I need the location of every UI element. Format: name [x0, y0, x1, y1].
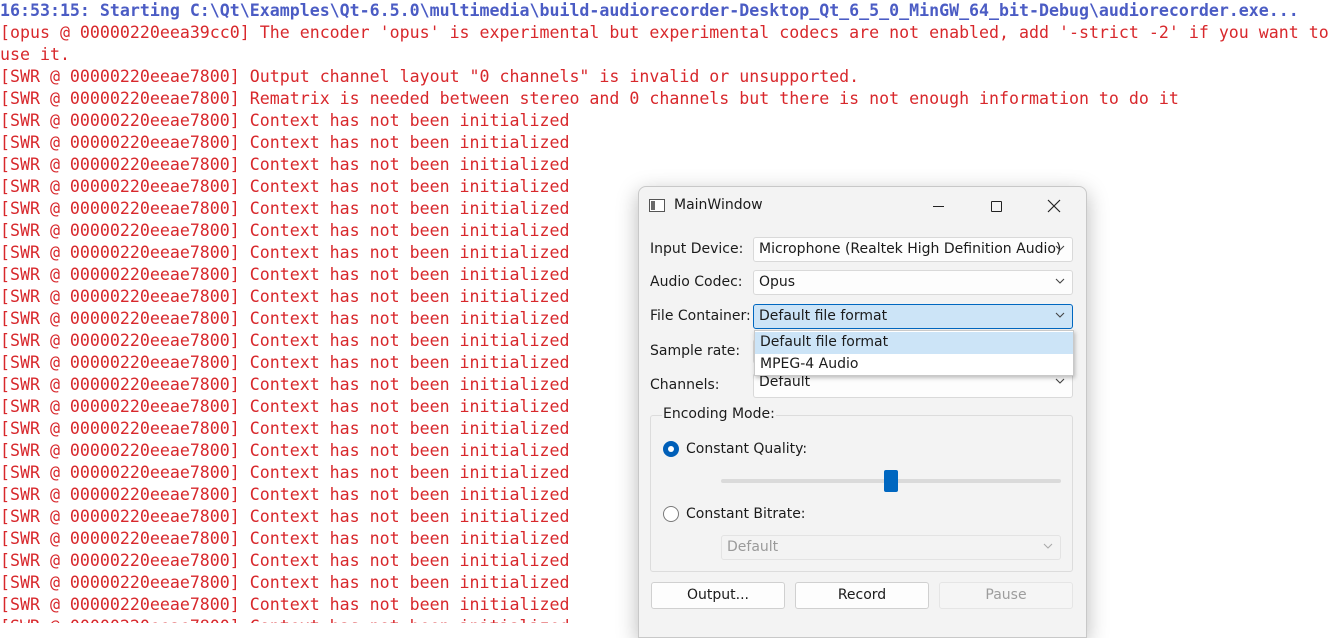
channels-combo[interactable]: Default	[753, 373, 1073, 398]
maximize-button[interactable]	[973, 187, 1019, 225]
sample-rate-label: Sample rate:	[650, 343, 741, 359]
window-title: MainWindow	[674, 197, 763, 213]
minimize-button[interactable]	[915, 187, 961, 225]
audio-codec-label: Audio Codec:	[650, 274, 743, 290]
constant-bitrate-radio[interactable]	[663, 506, 679, 522]
bitrate-value: Default	[727, 539, 779, 555]
file-container-label: File Container:	[650, 308, 751, 324]
console-error-line: [SWR @ 00000220eeae7800] Context has not…	[0, 133, 570, 152]
maximize-icon	[990, 200, 1002, 212]
input-device-combo[interactable]: Microphone (Realtek High Definition Audi…	[753, 237, 1073, 262]
constant-bitrate-label: Constant Bitrate:	[686, 506, 806, 522]
input-device-label: Input Device:	[650, 241, 744, 257]
title-bar[interactable]: MainWindow	[639, 187, 1086, 225]
console-error-line: [opus @ 00000220eea39cc0] The encoder 'o…	[0, 23, 1329, 42]
window-app-icon	[649, 199, 665, 212]
pause-button[interactable]: Pause	[939, 582, 1073, 609]
close-button[interactable]	[1031, 187, 1077, 225]
console-error-line: [SWR @ 00000220eeae7800] Rematrix is nee…	[0, 89, 1179, 108]
channels-value: Default	[759, 374, 811, 390]
option-label: MPEG-4 Audio	[760, 356, 859, 372]
close-icon	[1047, 199, 1061, 213]
minimize-icon	[932, 205, 944, 207]
console-header-line: 16:53:15: Starting C:\Qt\Examples\Qt-6.5…	[0, 1, 1299, 20]
console-error-line: [SWR @ 00000220eeae7800] Context has not…	[0, 155, 570, 174]
file-container-combo[interactable]: Default file format	[753, 304, 1073, 329]
encoding-mode-title: Encoding Mode:	[662, 406, 776, 422]
input-device-value: Microphone (Realtek High Definition Audi…	[759, 241, 1062, 257]
chevron-down-icon	[1055, 245, 1065, 251]
option-label: Default file format	[760, 334, 889, 350]
chevron-down-icon	[1055, 312, 1065, 318]
channels-label: Channels:	[650, 377, 720, 393]
main-window: MainWindow Input Device: Microphone (Rea…	[638, 186, 1087, 638]
constant-quality-label: Constant Quality:	[686, 441, 808, 457]
file-container-value: Default file format	[759, 308, 888, 324]
constant-quality-radio[interactable]	[663, 441, 679, 457]
file-container-dropdown: Default file format MPEG-4 Audio	[754, 330, 1074, 376]
output-button[interactable]: Output...	[651, 582, 785, 609]
chevron-down-icon	[1043, 543, 1053, 549]
record-button[interactable]: Record	[795, 582, 929, 609]
quality-slider-handle[interactable]	[884, 470, 898, 492]
console-error-line: [SWR @ 00000220eeae7800] Context has not…	[0, 111, 570, 130]
bitrate-combo[interactable]: Default	[721, 535, 1061, 560]
dropdown-option-mpeg4-audio[interactable]: MPEG-4 Audio	[755, 354, 1073, 376]
audio-codec-value: Opus	[759, 274, 796, 290]
audio-codec-combo[interactable]: Opus	[753, 270, 1073, 295]
console-error-line: [SWR @ 00000220eeae7800] Output channel …	[0, 67, 860, 86]
chevron-down-icon	[1055, 278, 1065, 284]
dropdown-option-default-file-format[interactable]: Default file format	[755, 332, 1073, 354]
console-error-line: use it.	[0, 45, 70, 64]
